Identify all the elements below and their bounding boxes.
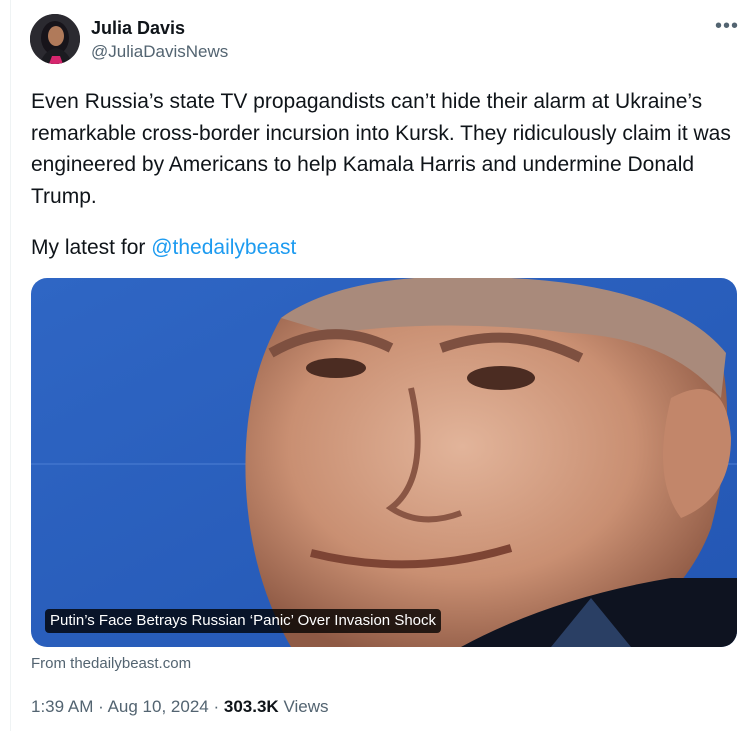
tweet: Julia Davis @JuliaDavisNews ••• Even Rus… <box>0 0 747 731</box>
avatar-image <box>30 14 80 64</box>
card-image <box>31 278 737 647</box>
tweet-date[interactable]: Aug 10, 2024 <box>108 697 209 716</box>
meta-separator: · <box>213 697 220 716</box>
byline-prefix: My latest for <box>31 236 152 259</box>
tweet-meta: 1:39 AM · Aug 10, 2024 · 303.3K Views <box>31 696 328 718</box>
link-card[interactable]: Putin’s Face Betrays Russian ‘Panic’ Ove… <box>31 278 737 647</box>
views-count[interactable]: 303.3K <box>224 697 279 716</box>
divider <box>10 0 11 731</box>
avatar[interactable] <box>30 14 80 64</box>
more-options-button[interactable]: ••• <box>712 14 742 38</box>
mention-link[interactable]: @thedailybeast <box>151 236 296 259</box>
tweet-time[interactable]: 1:39 AM <box>31 697 93 716</box>
more-horizontal-icon: ••• <box>714 15 739 37</box>
card-title: Putin’s Face Betrays Russian ‘Panic’ Ove… <box>45 609 442 633</box>
tweet-byline: My latest for @thedailybeast <box>31 232 296 264</box>
views-label: Views <box>283 697 329 716</box>
author-handle[interactable]: @JuliaDavisNews <box>91 41 228 63</box>
meta-separator: · <box>98 697 104 716</box>
author-name[interactable]: Julia Davis <box>91 17 185 39</box>
card-source[interactable]: From thedailybeast.com <box>31 654 191 674</box>
tweet-text: Even Russia’s state TV propagandists can… <box>31 90 737 208</box>
